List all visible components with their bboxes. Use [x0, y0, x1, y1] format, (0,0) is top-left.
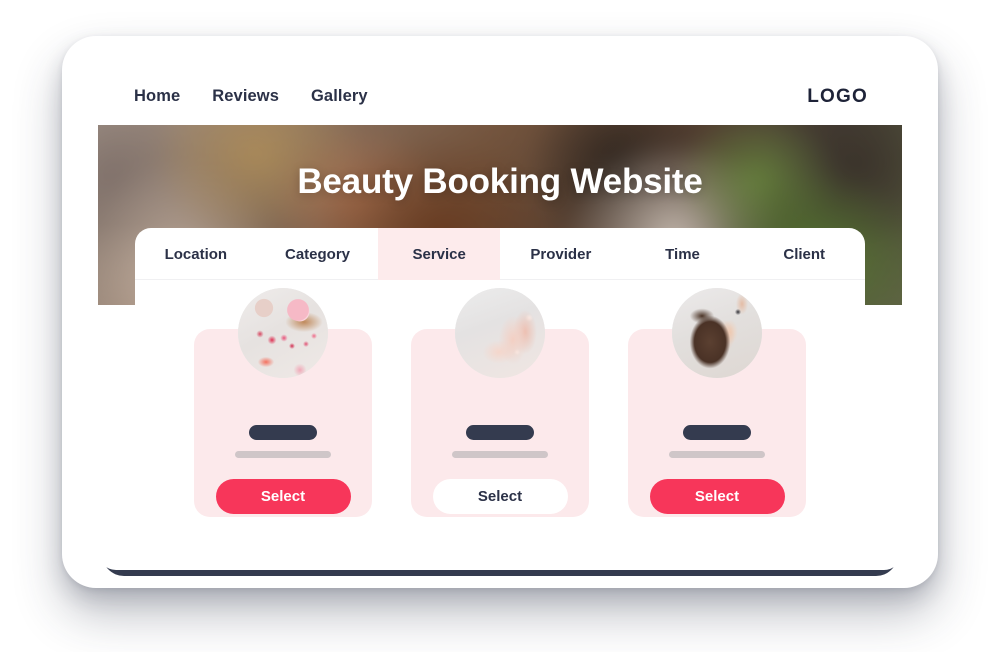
- select-button[interactable]: Select: [649, 479, 785, 514]
- tab-service-label: Service: [412, 245, 466, 263]
- nav-links: Home Reviews Gallery: [134, 87, 368, 106]
- select-button[interactable]: Select: [432, 479, 568, 514]
- service-subtitle-placeholder: [669, 451, 765, 458]
- scene: Home Reviews Gallery LOGO Beauty Booking…: [0, 0, 1000, 652]
- service-title-placeholder: [683, 425, 751, 440]
- service-title-placeholder: [466, 425, 534, 440]
- tab-time[interactable]: Time: [622, 228, 744, 280]
- tab-location-label: Location: [164, 245, 228, 263]
- service-subtitle-placeholder: [235, 451, 331, 458]
- tab-client-label: Client: [783, 245, 826, 263]
- service-title-placeholder: [249, 425, 317, 440]
- top-navigation-bar: Home Reviews Gallery LOGO: [98, 68, 902, 125]
- nav-link-gallery[interactable]: Gallery: [311, 87, 368, 106]
- nav-link-reviews[interactable]: Reviews: [212, 87, 279, 106]
- service-card[interactable]: Select: [411, 288, 589, 517]
- select-button[interactable]: Select: [215, 479, 351, 514]
- booking-panel: Location Category Service Provider Time …: [135, 228, 865, 570]
- tab-provider[interactable]: Provider: [500, 228, 622, 280]
- manicure-hands-image: [455, 288, 545, 378]
- service-subtitle-placeholder: [452, 451, 548, 458]
- spa-flatlay-art: [238, 288, 328, 378]
- tab-category-label: Category: [284, 245, 351, 263]
- service-card-list: Select Select Select: [135, 280, 865, 517]
- tab-service[interactable]: Service: [378, 228, 501, 280]
- service-card[interactable]: Select: [194, 288, 372, 517]
- browser-screen: Home Reviews Gallery LOGO Beauty Booking…: [98, 68, 902, 570]
- brow-makeup-image: [672, 288, 762, 378]
- manicure-hands-art: [455, 288, 545, 378]
- tab-category[interactable]: Category: [257, 228, 379, 280]
- nav-link-home[interactable]: Home: [134, 87, 180, 106]
- spa-flatlay-image: [238, 288, 328, 378]
- hero-title: Beauty Booking Website: [297, 162, 703, 201]
- site-logo[interactable]: LOGO: [807, 86, 868, 108]
- booking-step-tabs: Location Category Service Provider Time …: [135, 228, 865, 280]
- tab-location[interactable]: Location: [135, 228, 257, 280]
- tab-provider-label: Provider: [530, 245, 592, 263]
- tab-time-label: Time: [665, 245, 700, 263]
- tab-client[interactable]: Client: [743, 228, 865, 280]
- brow-makeup-art: [672, 288, 762, 378]
- service-card[interactable]: Select: [628, 288, 806, 517]
